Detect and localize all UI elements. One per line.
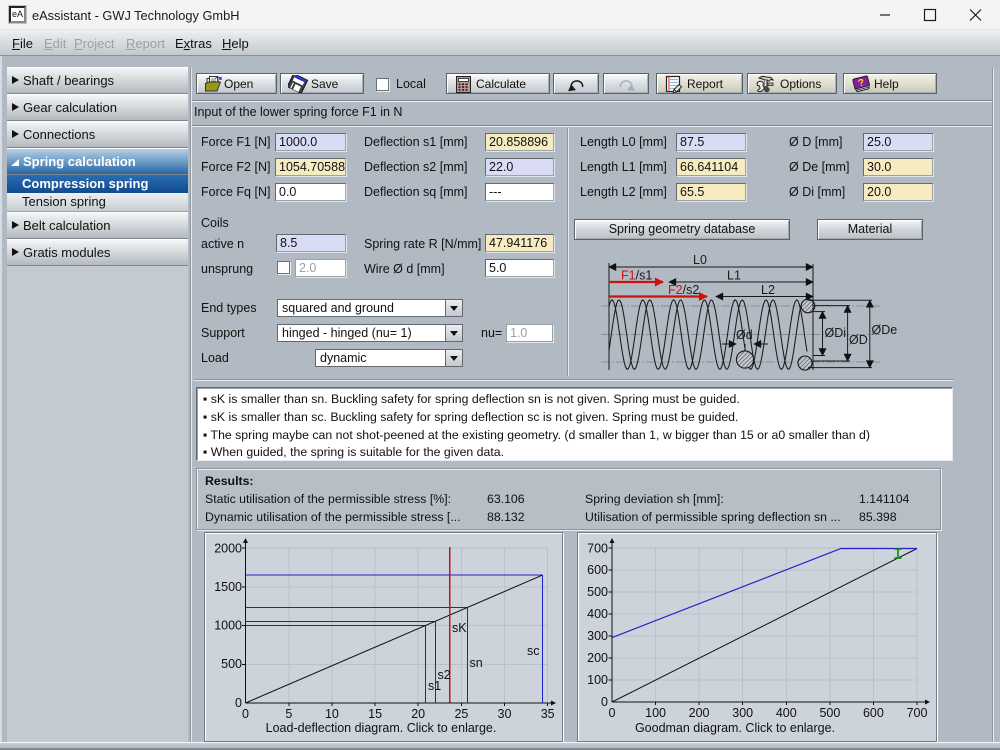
svg-text:10: 10	[325, 707, 339, 721]
svg-text:L1: L1	[727, 269, 741, 283]
svg-text:2000: 2000	[214, 542, 242, 556]
svg-text:F1/s1: F1/s1	[621, 269, 652, 283]
svg-text:L2: L2	[761, 283, 775, 297]
svg-text:700: 700	[587, 542, 608, 556]
svg-text:500: 500	[587, 585, 608, 599]
svg-text:200: 200	[587, 651, 608, 665]
svg-text:100: 100	[587, 673, 608, 687]
svg-text:Ød: Ød	[736, 328, 753, 342]
svg-text:300: 300	[732, 706, 753, 720]
svg-text:ØD: ØD	[849, 333, 868, 347]
svg-text:400: 400	[587, 607, 608, 621]
svg-text:700: 700	[907, 706, 928, 720]
svg-text:ØDi: ØDi	[825, 326, 847, 340]
svg-text:500: 500	[819, 706, 840, 720]
svg-text:0: 0	[242, 707, 249, 721]
svg-text:35: 35	[541, 707, 555, 721]
svg-text:600: 600	[863, 706, 884, 720]
svg-text:25: 25	[454, 707, 468, 721]
svg-text:500: 500	[221, 657, 242, 671]
svg-text:100: 100	[645, 706, 666, 720]
svg-text:sn: sn	[470, 656, 483, 670]
svg-text:300: 300	[587, 629, 608, 643]
svg-text:0: 0	[235, 696, 242, 710]
svg-text:F2/s2: F2/s2	[668, 283, 699, 297]
svg-text:1000: 1000	[214, 619, 242, 633]
svg-text:0: 0	[601, 695, 608, 709]
svg-text:30: 30	[498, 707, 512, 721]
svg-text:Load-deflection diagram. Click: Load-deflection diagram. Click to enlarg…	[266, 721, 497, 735]
svg-text:L0: L0	[693, 253, 707, 267]
svg-text:0: 0	[609, 706, 616, 720]
svg-text:20: 20	[411, 707, 425, 721]
svg-text:ØDe: ØDe	[872, 323, 898, 337]
svg-text:400: 400	[776, 706, 797, 720]
svg-text:5: 5	[285, 707, 292, 721]
svg-text:sc: sc	[527, 644, 540, 658]
svg-text:600: 600	[587, 563, 608, 577]
svg-text:Goodman diagram. Click to enla: Goodman diagram. Click to enlarge.	[635, 721, 835, 735]
svg-text:sK: sK	[452, 621, 467, 635]
svg-text:1500: 1500	[214, 580, 242, 594]
svg-text:s2: s2	[438, 668, 451, 682]
svg-text:200: 200	[689, 706, 710, 720]
svg-text:15: 15	[368, 707, 382, 721]
